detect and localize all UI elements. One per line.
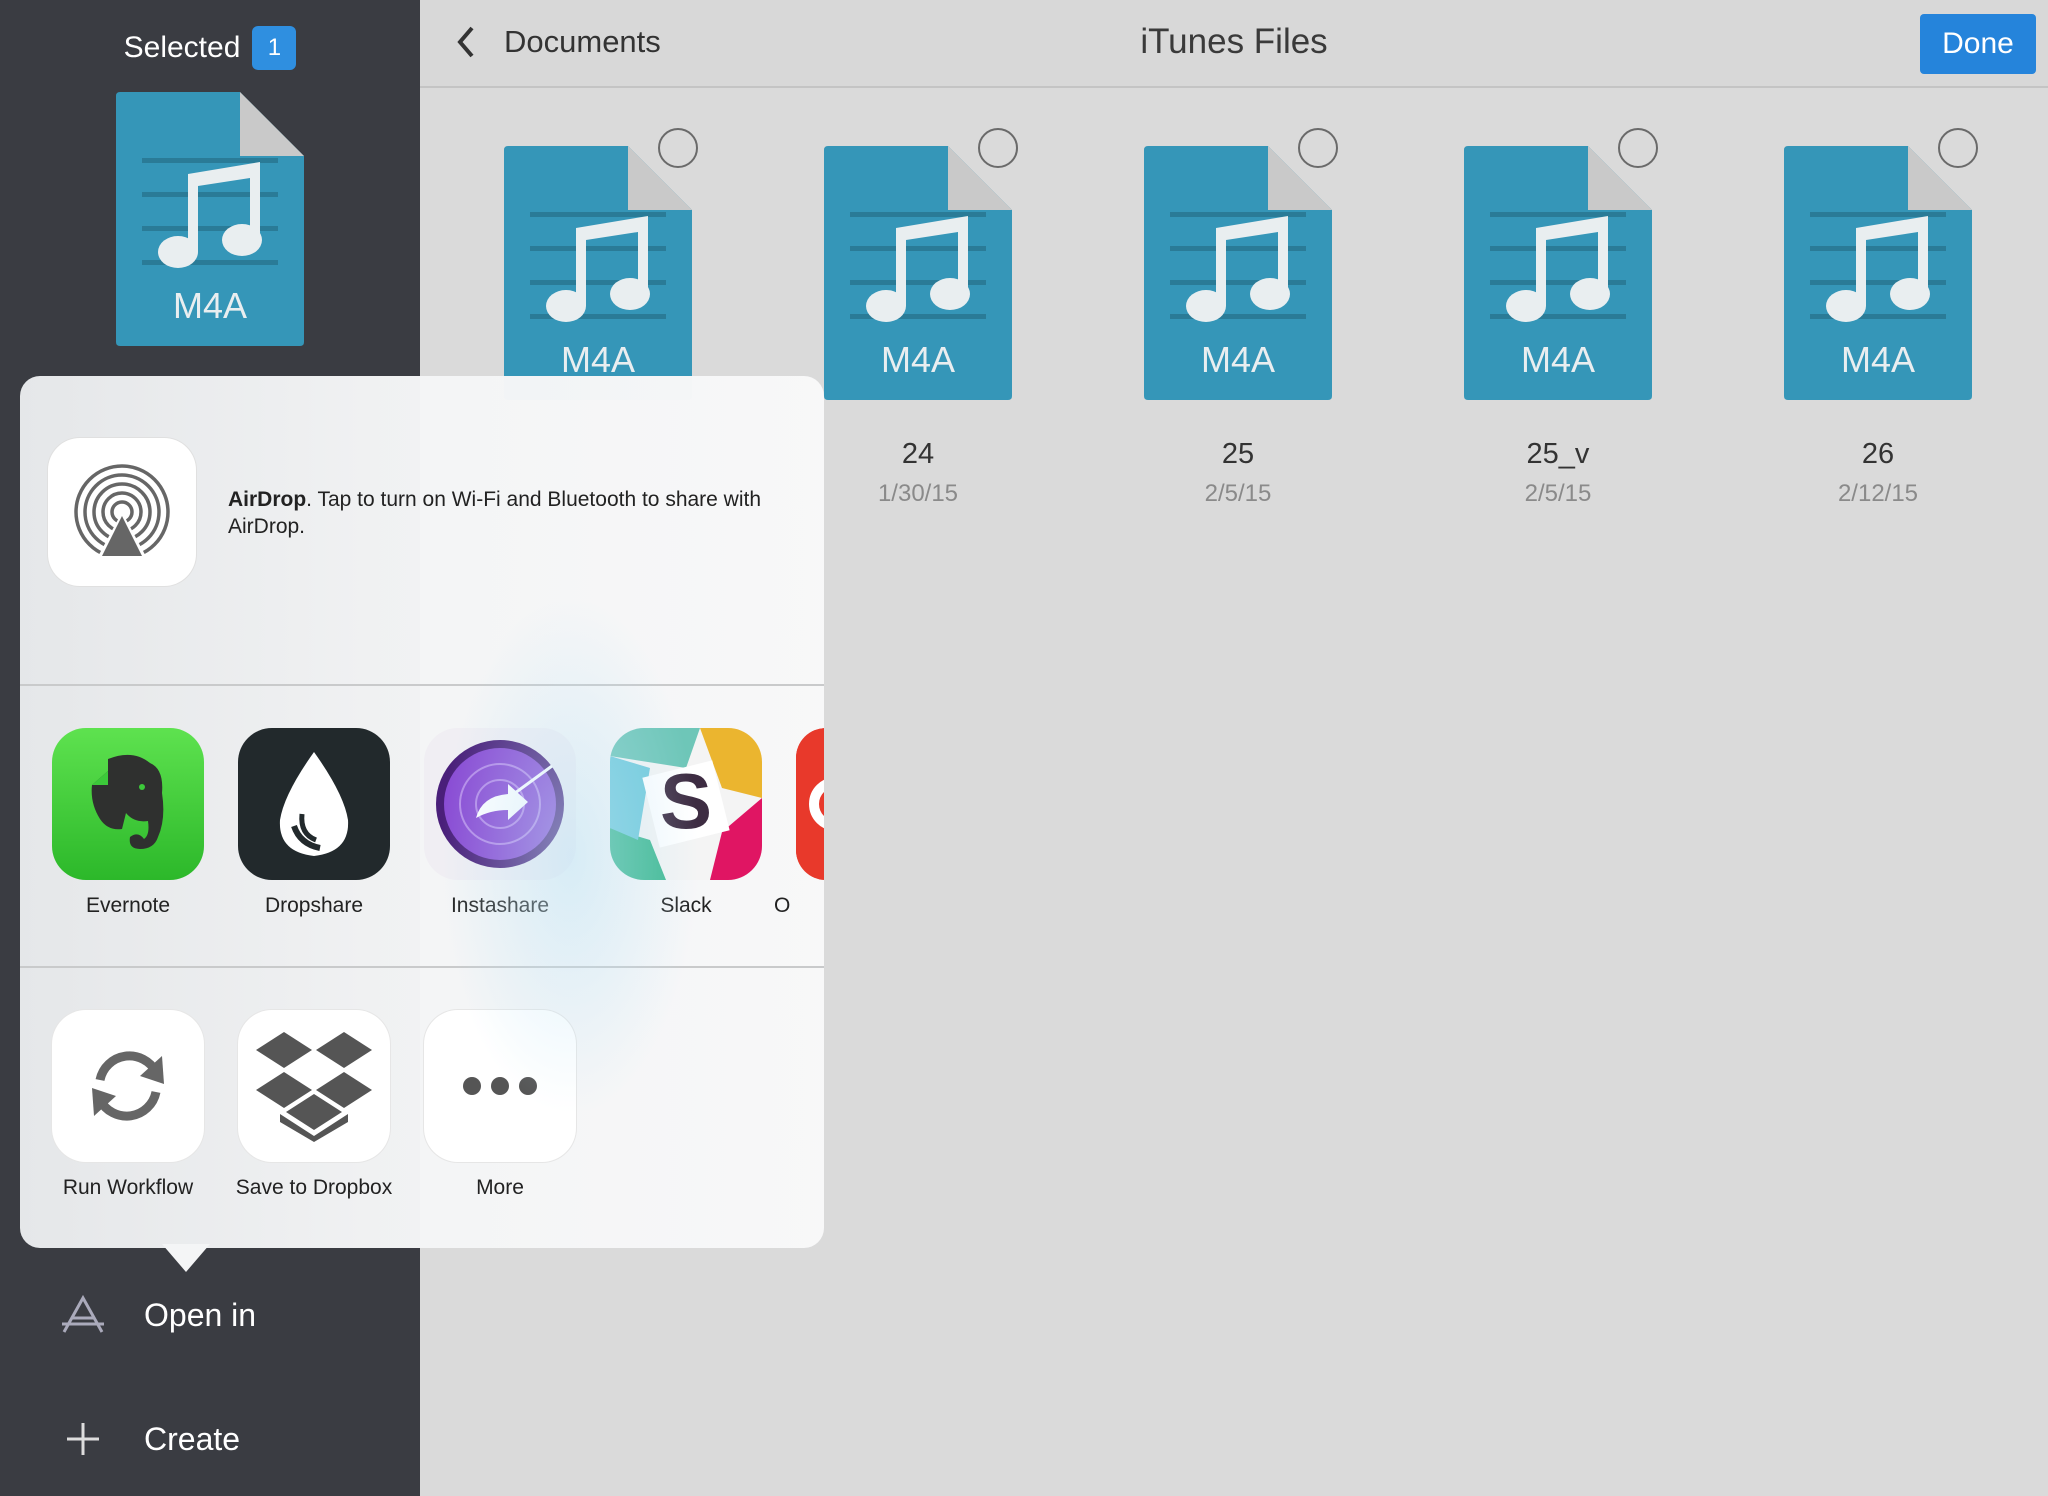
file-name: 25_v: [1526, 438, 1590, 470]
done-button[interactable]: Done: [1920, 14, 2036, 74]
instashare-icon: [424, 728, 576, 880]
svg-text:S: S: [660, 757, 712, 845]
plus-icon: [58, 1414, 108, 1464]
airdrop-icon[interactable]: [48, 438, 196, 586]
instashare-label: Instashare: [450, 894, 550, 917]
slack-label: Slack: [660, 894, 712, 917]
audio-file-icon: M4A: [824, 146, 1012, 400]
open-in-label: Open in: [144, 1296, 257, 1333]
dropshare-icon: [238, 728, 390, 880]
selected-label: Selected: [123, 31, 241, 64]
airdrop-message: . Tap to turn on Wi-Fi and Bluetooth to …: [228, 488, 762, 538]
partial-app-icon: [796, 728, 824, 880]
create-label: Create: [144, 1420, 241, 1457]
evernote-icon: [52, 728, 204, 880]
file-date: 2/5/15: [1204, 480, 1272, 507]
audio-file-icon: M4A: [1784, 146, 1972, 400]
open-in-button[interactable]: Open in: [58, 1290, 256, 1340]
select-radio[interactable]: [1618, 128, 1658, 168]
partial-app-label: O: [774, 894, 791, 917]
selected-file-thumbnail: M4A: [116, 92, 304, 346]
file-type-label: M4A: [881, 339, 955, 380]
thumb-type-label: M4A: [173, 285, 247, 326]
evernote-label: Evernote: [85, 894, 171, 917]
run-workflow-label: Run Workflow: [62, 1176, 194, 1199]
share-apps-row: Evernote Dropshare Instashare S Slack O: [20, 688, 824, 968]
more-icon: [424, 1010, 576, 1162]
audio-file-icon: M4A: [1144, 146, 1332, 400]
app-store-icon: [58, 1290, 108, 1340]
create-button[interactable]: Create: [58, 1414, 240, 1464]
share-sheet: AirDrop. Tap to turn on Wi-Fi and Blueto…: [20, 376, 824, 1248]
dropshare-label: Dropshare: [264, 894, 364, 917]
select-radio[interactable]: [1298, 128, 1338, 168]
audio-file-icon: M4A: [116, 92, 304, 346]
airdrop-description: AirDrop. Tap to turn on Wi-Fi and Blueto…: [228, 486, 798, 540]
more-label: More: [476, 1176, 524, 1199]
file-type-label: M4A: [561, 339, 635, 380]
workflow-icon: [52, 1010, 204, 1162]
navigation-bar: Documents iTunes Files Done: [420, 0, 2048, 88]
audio-file-icon: M4A: [1464, 146, 1652, 400]
slack-icon: S: [610, 728, 762, 880]
share-actions-row: Run Workflow Save to Dropbox More: [20, 970, 824, 1248]
save-to-dropbox-label: Save to Dropbox: [235, 1176, 393, 1199]
file-date: 2/12/15: [1837, 480, 1919, 507]
file-type-label: M4A: [1521, 339, 1595, 380]
airdrop-title: AirDrop: [228, 488, 307, 511]
file-name: 25: [1221, 438, 1255, 470]
airdrop-section: AirDrop. Tap to turn on Wi-Fi and Blueto…: [20, 376, 824, 686]
selected-header: Selected 1: [0, 26, 420, 70]
file-type-label: M4A: [1201, 339, 1275, 380]
page-title: iTunes Files: [1140, 22, 1328, 61]
selected-count-badge: 1: [252, 26, 297, 70]
audio-file-icon: M4A: [504, 146, 692, 400]
file-name: 26: [1861, 438, 1895, 470]
dropbox-icon: [238, 1010, 390, 1162]
select-radio[interactable]: [1938, 128, 1978, 168]
share-sheet-pointer: [162, 1244, 210, 1272]
file-date: 2/5/15: [1524, 480, 1592, 507]
select-radio[interactable]: [978, 128, 1018, 168]
select-radio[interactable]: [658, 128, 698, 168]
file-type-label: M4A: [1841, 339, 1915, 380]
